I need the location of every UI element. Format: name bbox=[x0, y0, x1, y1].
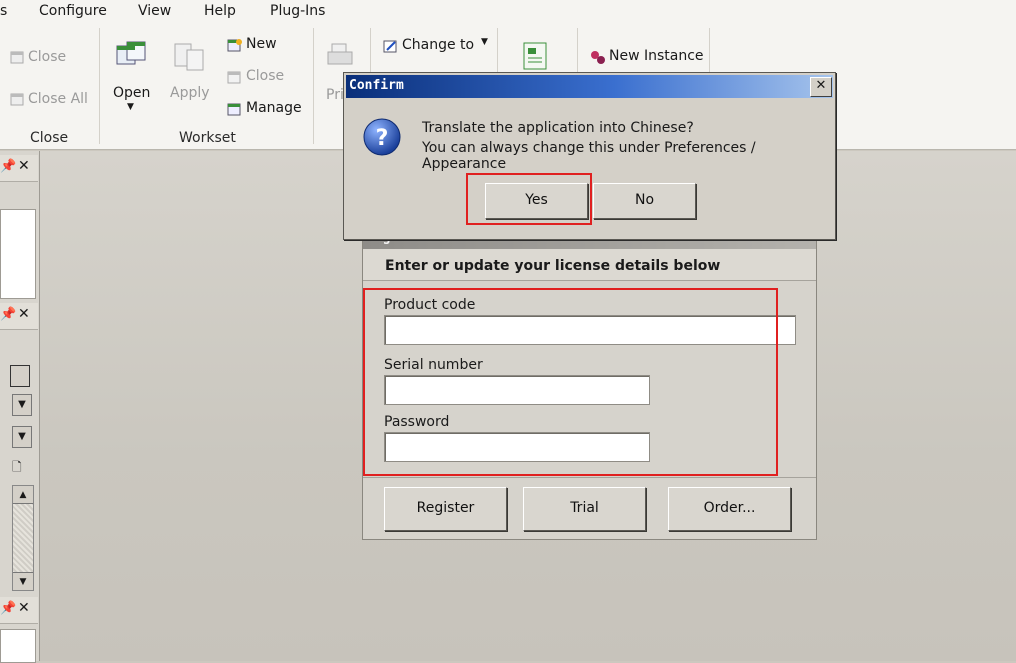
new-instance-button[interactable]: New Instance bbox=[590, 48, 710, 68]
panel-header: 📌 ✕ bbox=[0, 155, 38, 182]
apply-button[interactable]: Apply bbox=[168, 40, 216, 110]
window-close-icon bbox=[10, 51, 24, 64]
panel-content bbox=[0, 629, 36, 663]
close-icon[interactable]: ✕ bbox=[18, 158, 30, 174]
new-document-icon[interactable]: 🗋 bbox=[12, 458, 22, 479]
register-header: Enter or update your license details bel… bbox=[363, 249, 816, 281]
close-all-label: Close All bbox=[28, 91, 88, 107]
panel-header: 📌 ✕ bbox=[0, 597, 38, 624]
manage-workset-icon bbox=[227, 103, 241, 116]
confirm-titlebar: Confirm bbox=[346, 75, 833, 98]
menu-item-configure[interactable]: Configure bbox=[39, 3, 107, 19]
change-to-label: Change to bbox=[402, 37, 475, 53]
trial-button[interactable]: Trial bbox=[523, 487, 646, 531]
scroll-up-icon[interactable]: ▲ bbox=[13, 486, 33, 504]
scrollbar[interactable]: ▲ ▼ bbox=[12, 485, 34, 591]
manage-workset-button[interactable]: Manage bbox=[227, 100, 307, 120]
new-instance-label: New Instance bbox=[609, 48, 704, 64]
menu-item-help[interactable]: Help bbox=[204, 3, 236, 19]
document-icon[interactable] bbox=[521, 42, 551, 72]
pin-icon[interactable]: 📌 bbox=[0, 159, 16, 174]
close-label: Close bbox=[28, 49, 67, 65]
chevron-down-icon: ▼ bbox=[481, 37, 488, 47]
close-icon[interactable]: ✕ bbox=[810, 77, 832, 97]
open-workset-icon bbox=[116, 41, 146, 65]
manage-label: Manage bbox=[246, 100, 302, 116]
svg-text:?: ? bbox=[376, 126, 389, 151]
menu-item-view[interactable]: View bbox=[138, 3, 171, 19]
chevron-down-icon[interactable]: ▼ bbox=[12, 394, 32, 416]
close-all-button[interactable]: Close All bbox=[10, 91, 110, 111]
group-separator bbox=[99, 28, 100, 144]
divider bbox=[363, 477, 816, 478]
edit-icon bbox=[383, 40, 397, 53]
panel-square-button[interactable] bbox=[10, 365, 30, 387]
menu-item-tools[interactable]: s bbox=[0, 3, 7, 19]
left-docked-panel: 📌 ✕ 📌 ✕ ▼ ▼ 🗋 ▲ ▼ 📌 ✕ bbox=[0, 151, 40, 663]
scroll-down-icon[interactable]: ▼ bbox=[13, 572, 33, 590]
close-button[interactable]: Close bbox=[10, 49, 110, 69]
close-icon[interactable]: ✕ bbox=[18, 600, 30, 616]
menu-bar: s Configure View Help Plug-Ins bbox=[0, 0, 1016, 24]
highlight-license-fields bbox=[363, 288, 778, 476]
no-button[interactable]: No bbox=[593, 183, 696, 219]
open-label: Open bbox=[113, 85, 151, 101]
confirm-message-line1: Translate the application into Chinese? bbox=[422, 120, 694, 136]
open-button[interactable]: Open ▼ bbox=[110, 40, 154, 120]
confirm-title: Confirm bbox=[349, 78, 404, 93]
close-group-label: Close bbox=[30, 130, 69, 146]
window-close-all-icon bbox=[10, 93, 24, 106]
workset-group-label: Workset bbox=[179, 130, 236, 146]
panel-content bbox=[0, 209, 36, 299]
close-workset-icon bbox=[227, 71, 241, 84]
printer-icon bbox=[327, 43, 353, 65]
confirm-message-line2: You can always change this under Prefere… bbox=[422, 140, 756, 172]
new-label: New bbox=[246, 36, 277, 52]
close-workset-label: Close bbox=[246, 68, 285, 84]
group-separator bbox=[313, 28, 314, 144]
pin-icon[interactable]: 📌 bbox=[0, 601, 16, 616]
close-icon[interactable]: ✕ bbox=[18, 306, 30, 322]
question-icon: ? bbox=[363, 118, 401, 156]
apply-workset-icon bbox=[174, 43, 204, 71]
menu-item-plugins[interactable]: Plug-Ins bbox=[270, 3, 325, 19]
chevron-down-icon[interactable]: ▼ bbox=[12, 426, 32, 448]
pin-icon[interactable]: 📌 bbox=[0, 307, 16, 322]
register-button[interactable]: Register bbox=[384, 487, 507, 531]
close-workset-button[interactable]: Close bbox=[227, 68, 297, 88]
panel-header: 📌 ✕ bbox=[0, 303, 38, 330]
apply-label: Apply bbox=[170, 85, 210, 101]
order-button[interactable]: Order... bbox=[668, 487, 791, 531]
new-workset-button[interactable]: New bbox=[227, 36, 297, 56]
chevron-down-icon: ▼ bbox=[127, 102, 134, 112]
highlight-yes-button bbox=[466, 173, 592, 225]
change-to-button[interactable]: Change to ▼ bbox=[383, 37, 493, 57]
new-workset-icon bbox=[227, 39, 242, 52]
print-label: Pri bbox=[326, 87, 344, 103]
register-header-text: Enter or update your license details bel… bbox=[385, 258, 721, 274]
new-instance-icon bbox=[591, 51, 605, 64]
